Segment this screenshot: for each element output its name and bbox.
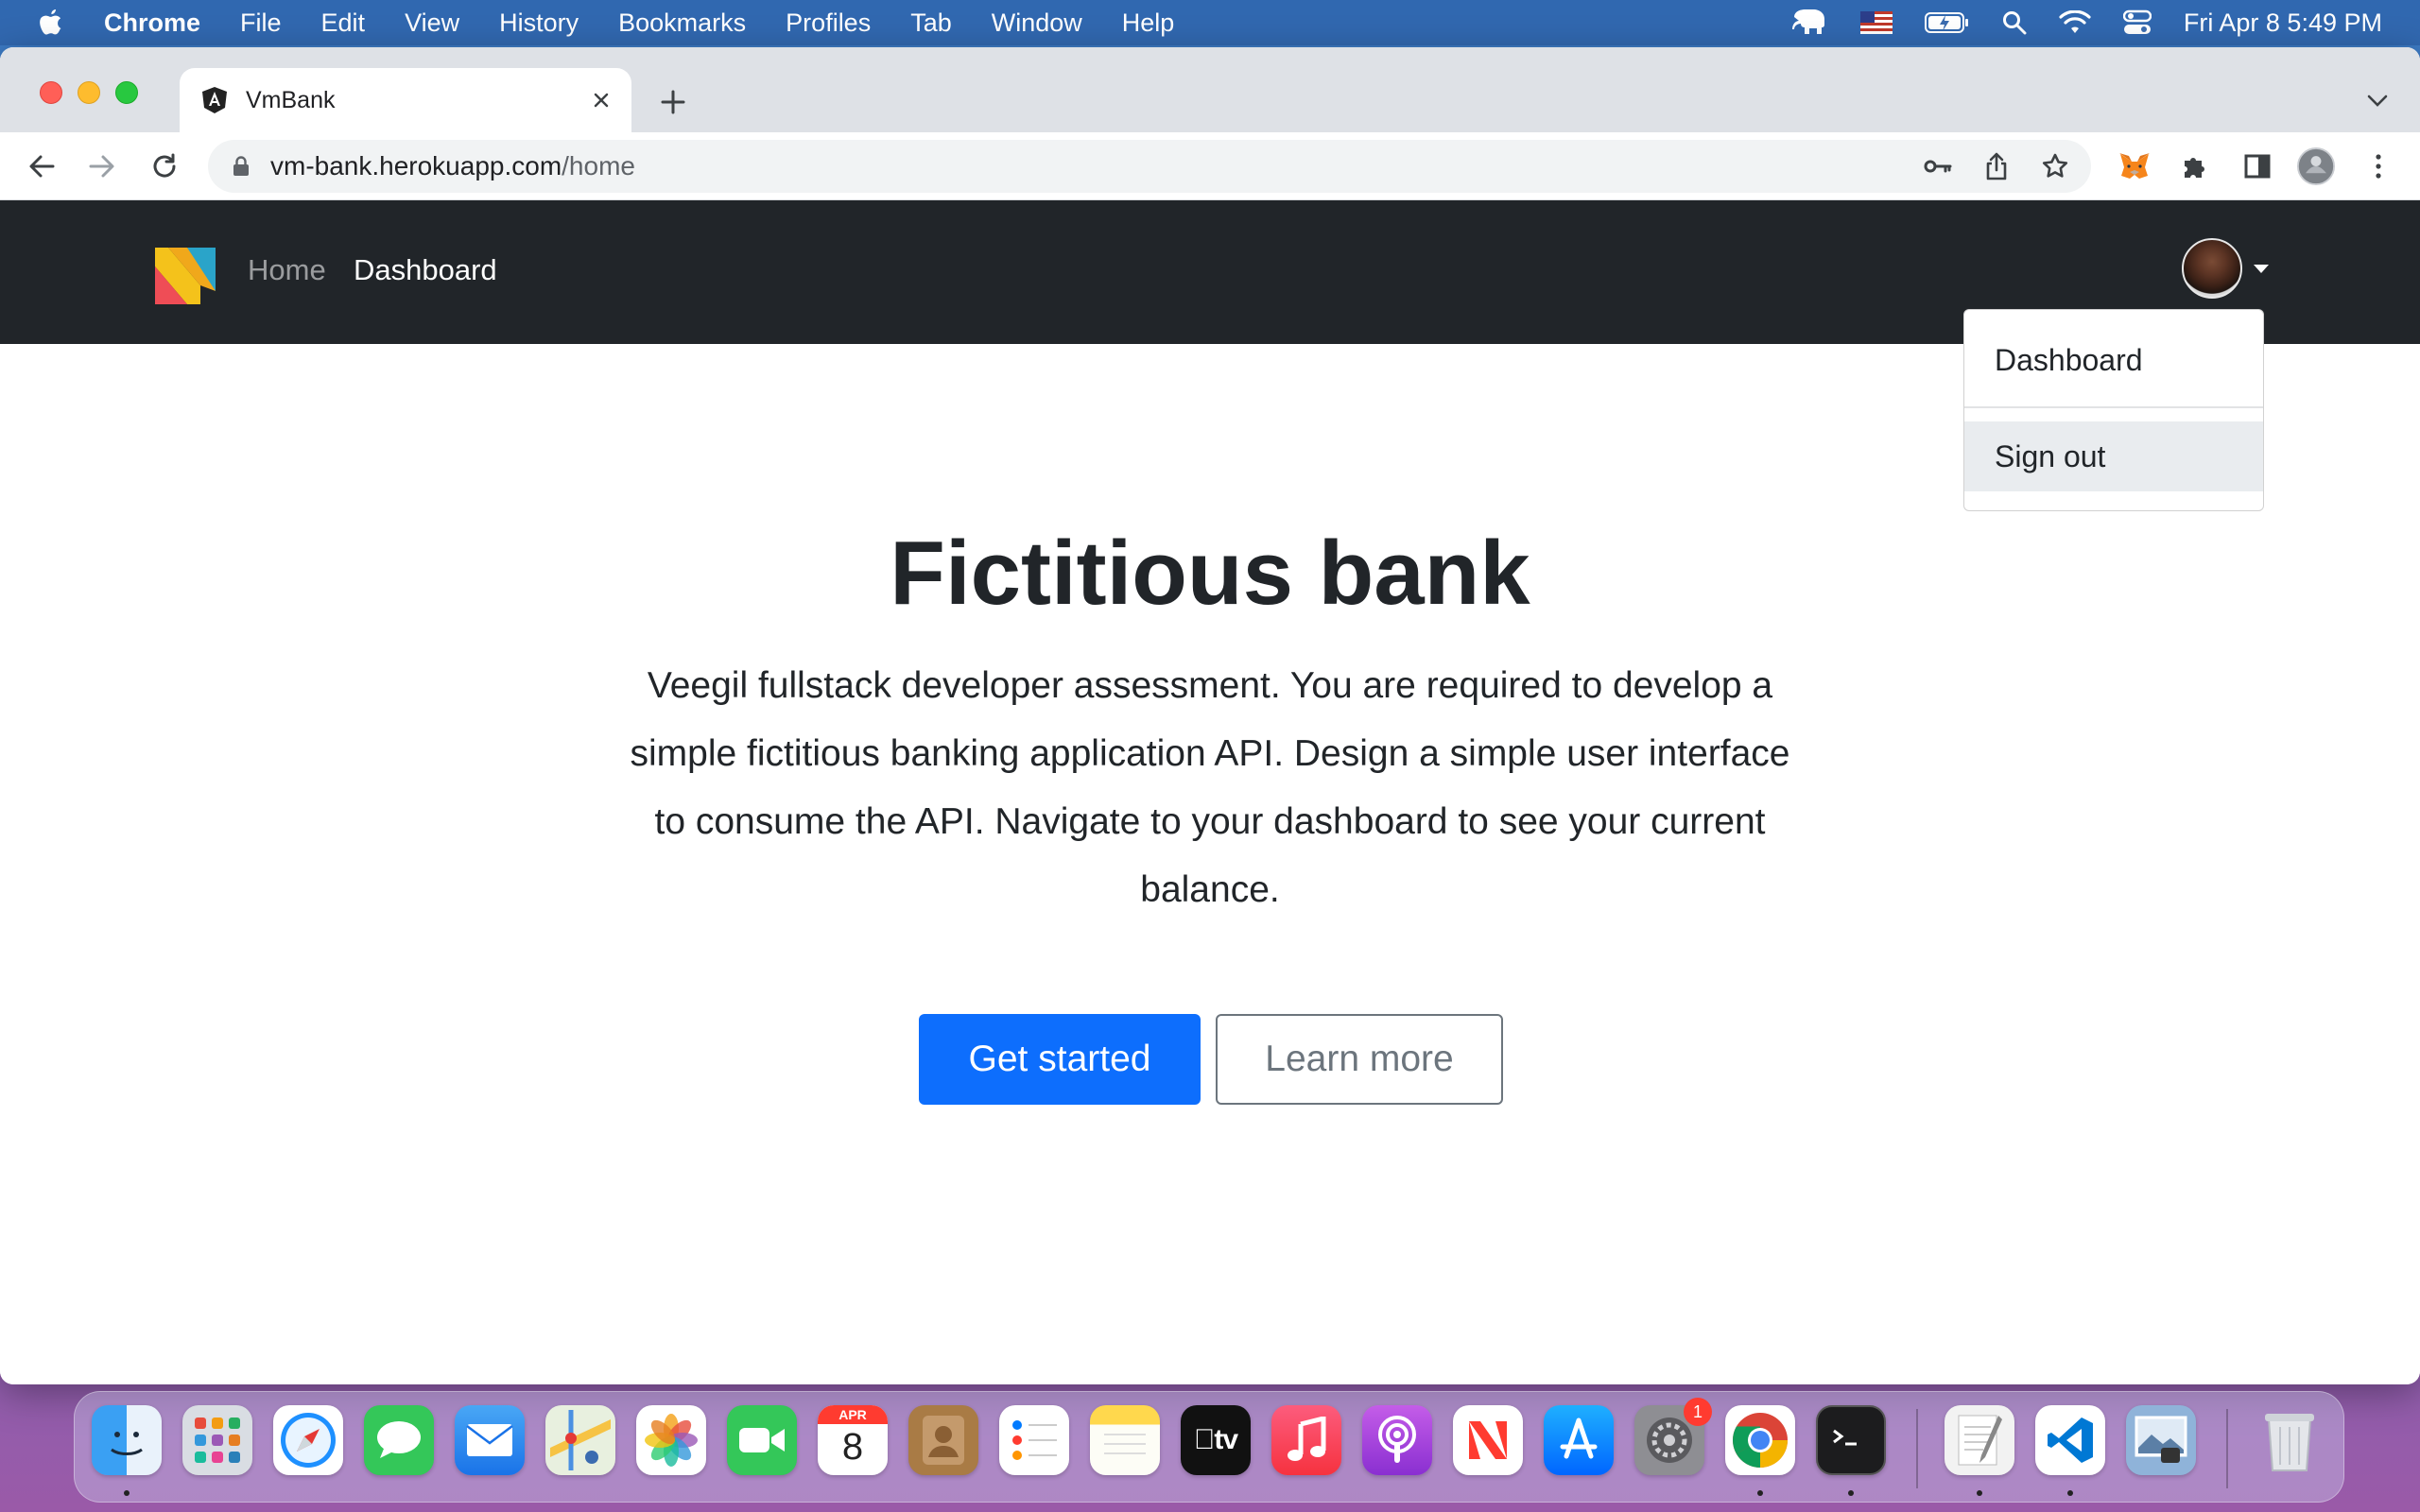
bookmark-star-icon[interactable] xyxy=(2038,149,2072,183)
menu-view[interactable]: View xyxy=(405,9,459,38)
podcasts-icon[interactable] xyxy=(1362,1405,1432,1475)
textedit-running-indicator xyxy=(1977,1490,1982,1496)
hero-title: Fictitious bank xyxy=(890,523,1530,624)
terminal-icon[interactable] xyxy=(1816,1405,1886,1475)
messages-icon[interactable] xyxy=(364,1405,434,1475)
dock-separator-trash xyxy=(2226,1409,2228,1488)
user-avatar[interactable] xyxy=(2182,238,2242,299)
forward-arrow-icon[interactable] xyxy=(83,147,121,185)
calendar-icon[interactable]: APR 8 xyxy=(818,1405,888,1475)
apple-tv-icon[interactable]: tv xyxy=(1181,1405,1251,1475)
window-close-button[interactable] xyxy=(40,81,62,104)
apple-icon[interactable] xyxy=(38,8,76,38)
news-icon[interactable] xyxy=(1453,1405,1523,1475)
get-started-button[interactable]: Get started xyxy=(919,1014,1201,1105)
menu-help[interactable]: Help xyxy=(1122,9,1175,38)
menu-edit[interactable]: Edit xyxy=(321,9,366,38)
vscode-running-indicator xyxy=(2067,1490,2073,1496)
tab-title: VmBank xyxy=(246,86,336,113)
user-menu-toggle[interactable] xyxy=(2182,238,2269,299)
terminal-running-indicator xyxy=(1848,1490,1854,1496)
back-arrow-icon[interactable] xyxy=(23,147,60,185)
url-host: vm-bank.herokuapp.com xyxy=(270,151,562,180)
nav-link-home[interactable]: Home xyxy=(248,253,326,287)
profile-avatar-icon[interactable] xyxy=(2297,147,2335,185)
trash-icon[interactable] xyxy=(2255,1405,2325,1475)
vmbank-logo-icon[interactable] xyxy=(153,246,217,306)
tab-strip: VmBank xyxy=(0,47,2420,132)
battery-icon[interactable] xyxy=(1924,11,1970,34)
user-dropdown-menu: Dashboard Sign out xyxy=(1963,309,2264,511)
vscode-icon[interactable] xyxy=(2035,1405,2105,1475)
chrome-running-indicator xyxy=(1757,1490,1763,1496)
menu-profiles[interactable]: Profiles xyxy=(786,9,871,38)
side-panel-icon[interactable] xyxy=(2238,147,2276,185)
hero-description: Veegil fullstack developer assessment. Y… xyxy=(630,665,1790,910)
wifi-icon[interactable] xyxy=(2059,10,2091,35)
browser-window: VmBank vm-bank.herokuapp.com/home Fictit… xyxy=(0,47,2420,1384)
key-icon[interactable] xyxy=(1921,149,1955,183)
lock-icon[interactable] xyxy=(231,156,251,177)
safari-icon[interactable] xyxy=(273,1405,343,1475)
menu-app-chrome[interactable]: Chrome xyxy=(104,9,200,38)
calendar-month: APR xyxy=(818,1405,888,1424)
tab-close-icon[interactable] xyxy=(586,85,616,115)
search-icon[interactable] xyxy=(2002,10,2027,35)
system-preferences-badge: 1 xyxy=(1684,1398,1712,1426)
finder-icon[interactable] xyxy=(92,1405,162,1475)
metamask-fox-icon[interactable] xyxy=(2116,147,2153,185)
angular-favicon-icon xyxy=(200,86,229,114)
photos-icon[interactable] xyxy=(636,1405,706,1475)
window-zoom-button[interactable] xyxy=(115,81,138,104)
extensions-puzzle-icon[interactable] xyxy=(2176,147,2214,185)
share-icon[interactable] xyxy=(1979,149,2014,183)
tab-vmbank[interactable]: VmBank xyxy=(180,68,631,132)
menu-bookmarks[interactable]: Bookmarks xyxy=(618,9,746,38)
learn-more-button[interactable]: Learn more xyxy=(1216,1014,1503,1105)
menu-tab[interactable]: Tab xyxy=(910,9,952,38)
notes-icon[interactable] xyxy=(1090,1405,1160,1475)
music-icon[interactable] xyxy=(1271,1405,1341,1475)
url-text[interactable]: vm-bank.herokuapp.com/home xyxy=(270,151,635,181)
preview-icon[interactable] xyxy=(2126,1405,2196,1475)
chrome-menu-kebab-icon[interactable] xyxy=(2360,147,2397,185)
contacts-icon[interactable] xyxy=(908,1405,978,1475)
dropdown-item-dashboard[interactable]: Dashboard xyxy=(1964,318,2263,403)
system-preferences-icon[interactable]: 1 xyxy=(1634,1398,1712,1475)
menubar-clock[interactable]: Fri Apr 8 5:49 PM xyxy=(2184,9,2382,38)
elephant-icon[interactable] xyxy=(1790,8,1828,38)
browser-toolbar: vm-bank.herokuapp.com/home xyxy=(0,132,2420,200)
dropdown-divider xyxy=(1964,406,2263,408)
menu-history[interactable]: History xyxy=(499,9,579,38)
chrome-icon[interactable] xyxy=(1725,1405,1795,1475)
dropdown-item-sign-out[interactable]: Sign out xyxy=(1964,421,2263,491)
facetime-icon[interactable] xyxy=(727,1405,797,1475)
dock-separator xyxy=(1916,1409,1918,1488)
nav-link-dashboard[interactable]: Dashboard xyxy=(354,253,497,287)
tab-search-chevron-icon[interactable] xyxy=(2363,87,2392,115)
address-bar[interactable]: vm-bank.herokuapp.com/home xyxy=(208,140,2091,193)
menu-file[interactable]: File xyxy=(240,9,282,38)
caret-down-icon[interactable] xyxy=(2254,264,2269,273)
control-center-icon[interactable] xyxy=(2122,9,2152,36)
new-tab-icon[interactable] xyxy=(656,85,690,119)
app-store-icon[interactable] xyxy=(1544,1405,1614,1475)
textedit-icon[interactable] xyxy=(1945,1405,2014,1475)
reminders-icon[interactable] xyxy=(999,1405,1069,1475)
calendar-day: 8 xyxy=(841,1426,864,1468)
reload-icon[interactable] xyxy=(146,147,183,185)
url-path: /home xyxy=(562,151,635,180)
window-minimize-button[interactable] xyxy=(78,81,100,104)
maps-icon[interactable] xyxy=(545,1405,615,1475)
web-page: Fictitious bank Veegil fullstack develop… xyxy=(0,200,2420,1384)
launchpad-icon[interactable] xyxy=(182,1405,252,1475)
us-flag-icon[interactable] xyxy=(1859,11,1893,34)
menu-bar: Chrome File Edit View History Bookmarks … xyxy=(0,0,2420,45)
finder-running-indicator xyxy=(124,1490,130,1496)
dock: APR 8 tv 1 xyxy=(74,1391,2344,1503)
mail-icon[interactable] xyxy=(455,1405,525,1475)
menu-window[interactable]: Window xyxy=(992,9,1082,38)
